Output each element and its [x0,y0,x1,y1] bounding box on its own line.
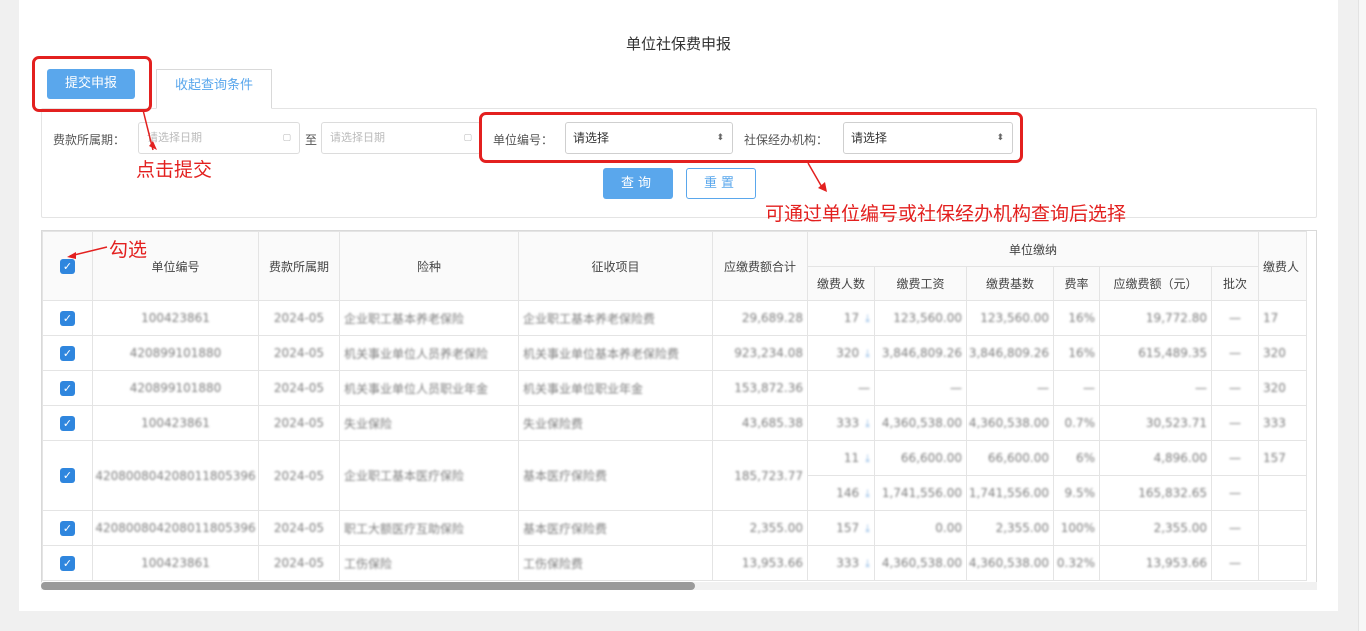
page-container: 单位社保费申报 提交申报 收起查询条件 费款所属期： 请选择日期 ▢ 至 请选择… [19,0,1338,611]
annotation-arrows [67,109,827,259]
vertical-scrollbar[interactable] [1358,0,1366,631]
